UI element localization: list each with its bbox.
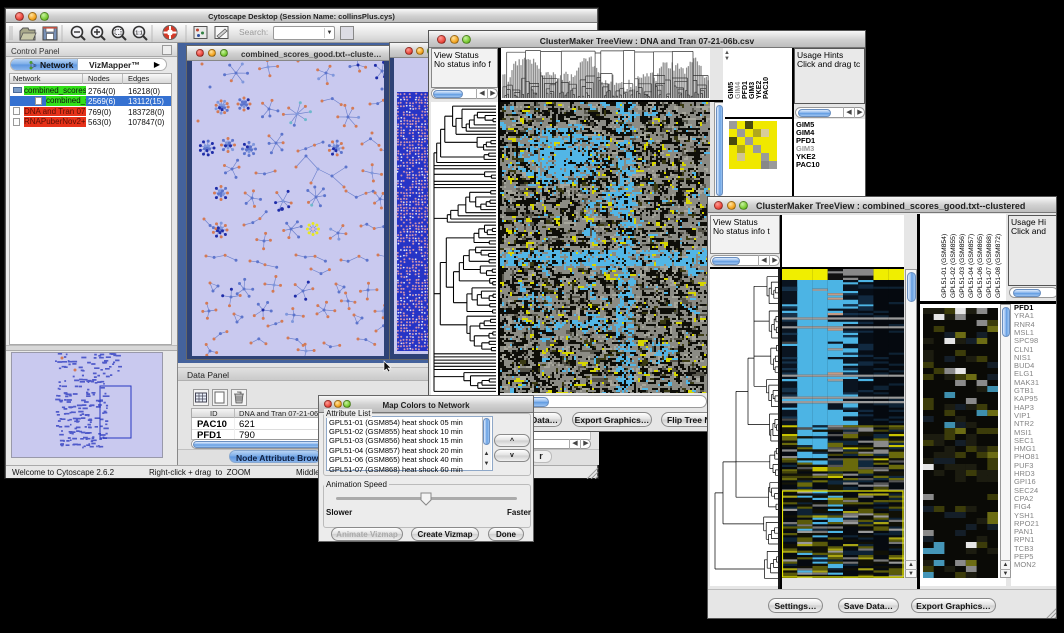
svg-text:GPL51-03 (GSM856): GPL51-03 (GSM856): [959, 234, 966, 298]
svg-text:GPL51-04 (GSM857): GPL51-04 (GSM857): [968, 234, 975, 298]
svg-text:GPL51-06 (GSM865): GPL51-06 (GSM865): [977, 234, 984, 298]
svg-text:GPL51-07 (GSM868): GPL51-07 (GSM868): [986, 234, 993, 298]
svg-text:Search:: Search:: [239, 27, 268, 37]
svg-text:PFD1: PFD1: [742, 81, 749, 99]
svg-text:PAC10: PAC10: [763, 77, 770, 99]
svg-text:1:1: 1:1: [135, 31, 142, 37]
svg-text:GIM3: GIM3: [749, 82, 756, 99]
svg-text:YKE2: YKE2: [756, 81, 763, 99]
svg-text:GIM4: GIM4: [735, 82, 742, 99]
svg-text:GPL51-01 (GSM854): GPL51-01 (GSM854): [941, 234, 948, 298]
svg-text:GPL51-08 (GSM872): GPL51-08 (GSM872): [995, 234, 1002, 298]
svg-text:GPL51-02 (GSM855): GPL51-02 (GSM855): [950, 234, 957, 298]
svg-text:GIM5: GIM5: [728, 82, 735, 99]
